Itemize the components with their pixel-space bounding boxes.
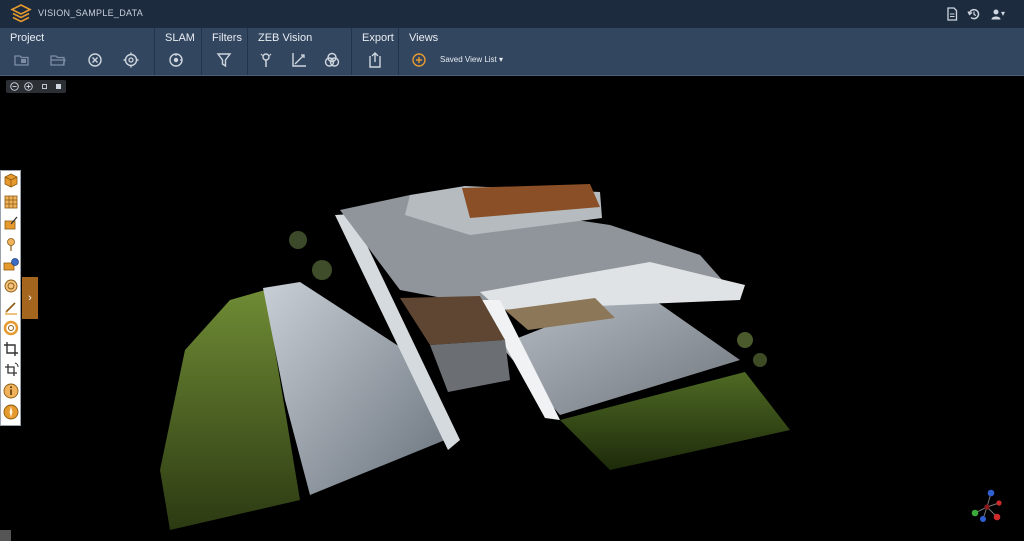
tree — [753, 353, 767, 367]
group-project: Project — [0, 28, 155, 75]
group-filters: Filters — [202, 28, 248, 75]
corner-icon[interactable] — [0, 530, 11, 541]
group-label-slam: SLAM — [165, 32, 195, 44]
camera-globe-icon[interactable] — [2, 256, 20, 274]
axis-neg-x-icon[interactable] — [996, 500, 1002, 506]
document-icon[interactable] — [944, 6, 960, 22]
saved-view-list-dropdown[interactable]: Saved View List ▾ — [440, 55, 503, 64]
saved-view-list-label: Saved View List — [440, 55, 497, 64]
small-square-icon[interactable] — [40, 82, 49, 91]
box-icon[interactable] — [2, 172, 20, 190]
title-bar: VISION_SAMPLE_DATA ▾ — [0, 0, 1024, 28]
ring-icon[interactable] — [2, 319, 20, 337]
saved-view-list-caret: ▾ — [499, 55, 504, 64]
axis-y-icon[interactable] — [971, 509, 979, 517]
viewport-controls — [6, 80, 66, 93]
tree — [737, 332, 753, 348]
ribbon-toolbar: Project SLAM Filters ZEB Vision Export V… — [0, 28, 1024, 76]
compass-icon[interactable] — [2, 403, 20, 421]
group-slam: SLAM — [155, 28, 202, 75]
pin-tool-icon[interactable] — [2, 235, 20, 253]
info-icon[interactable] — [2, 382, 20, 400]
crop-icon[interactable] — [2, 340, 20, 358]
filled-square-icon[interactable] — [54, 82, 63, 91]
zoom-out-icon[interactable] — [10, 82, 19, 91]
crop-rotate-icon[interactable] — [2, 361, 20, 379]
grid-icon[interactable] — [2, 193, 20, 211]
left-tool-palette — [0, 170, 21, 426]
export-icon[interactable] — [365, 50, 385, 70]
axis-gizmo[interactable] — [965, 485, 1009, 529]
group-label-filters: Filters — [212, 32, 242, 44]
layers-logo-icon[interactable] — [10, 3, 32, 25]
axis-x-icon[interactable] — [993, 513, 1001, 521]
chevron-right-icon: › — [28, 292, 32, 304]
block-facade — [430, 340, 510, 392]
brush-icon[interactable] — [2, 298, 20, 316]
settings-icon[interactable] — [121, 50, 141, 70]
history-icon[interactable] — [966, 6, 982, 22]
pin-icon[interactable] — [256, 50, 276, 70]
close-circle-icon[interactable] — [85, 50, 105, 70]
group-zeb-vision: ZEB Vision — [248, 28, 352, 75]
tree — [312, 260, 332, 280]
group-label-views: Views — [409, 32, 439, 44]
group-export: Export — [352, 28, 399, 75]
tree — [289, 231, 307, 249]
user-menu-caret: ▾ — [1001, 9, 1006, 18]
open-folder-icon[interactable] — [12, 50, 32, 70]
target-icon[interactable] — [2, 277, 20, 295]
user-menu[interactable]: ▾ — [990, 6, 1010, 22]
group-label-zeb-vision: ZEB Vision — [258, 32, 313, 44]
crop-axes-icon[interactable] — [289, 50, 309, 70]
filter-icon[interactable] — [214, 50, 234, 70]
folder-icon[interactable] — [48, 50, 68, 70]
project-title: VISION_SAMPLE_DATA — [38, 8, 144, 18]
zoom-in-icon[interactable] — [24, 82, 33, 91]
add-view-icon[interactable] — [409, 50, 429, 70]
paint-icon[interactable] — [2, 214, 20, 232]
group-label-export: Export — [362, 32, 394, 44]
group-label-project: Project — [10, 32, 45, 44]
point-cloud-viewport[interactable] — [0, 76, 1024, 541]
axis-neg-icon[interactable] — [980, 516, 986, 522]
axis-center-icon — [984, 504, 990, 510]
overlap-icon[interactable] — [322, 50, 342, 70]
slam-icon[interactable] — [166, 50, 186, 70]
group-views: Views — [399, 28, 519, 75]
expand-panel-tab[interactable]: › — [22, 277, 38, 319]
axis-z-icon[interactable] — [987, 489, 995, 497]
